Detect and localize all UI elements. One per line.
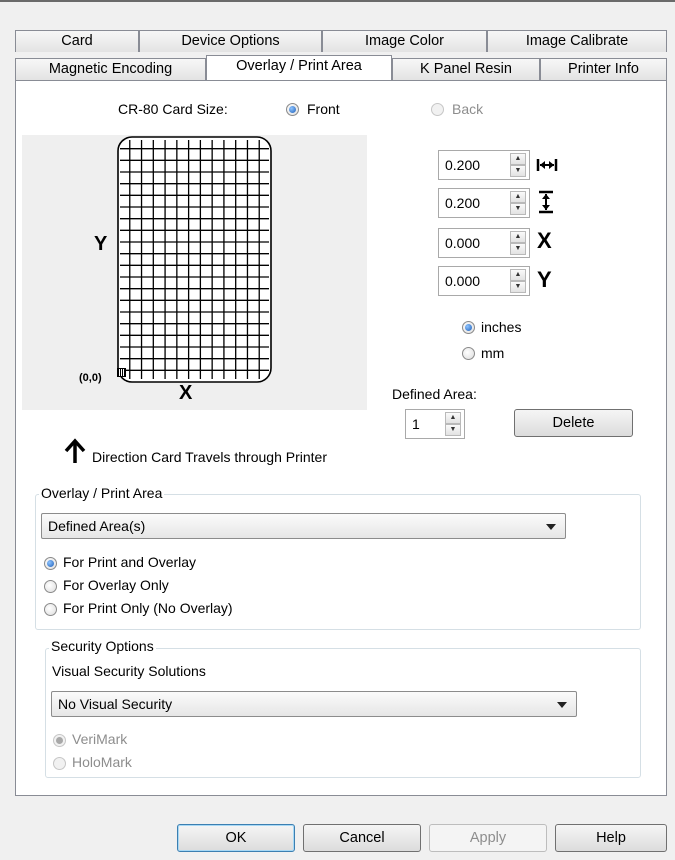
mm-label: mm bbox=[481, 345, 505, 361]
width-spinner[interactable]: 0.200 ▲ ▼ bbox=[438, 150, 530, 180]
tab-overlay-print-area[interactable]: Overlay / Print Area bbox=[206, 55, 392, 80]
y-offset-spin-buttons[interactable]: ▲ ▼ bbox=[510, 269, 526, 293]
y-offset-icon: Y bbox=[537, 267, 552, 292]
verimark-label: VeriMark bbox=[72, 731, 128, 747]
overlay-area-dropdown[interactable]: Defined Area(s) bbox=[41, 513, 566, 539]
back-radio[interactable] bbox=[431, 103, 444, 116]
height-spin-buttons[interactable]: ▲ ▼ bbox=[510, 191, 526, 215]
window-top-edge bbox=[0, 0, 675, 2]
height-spinner[interactable]: 0.200 ▲ ▼ bbox=[438, 188, 530, 218]
holomark-radio[interactable] bbox=[53, 757, 66, 770]
direction-text: Direction Card Travels through Printer bbox=[92, 449, 327, 465]
tab-card[interactable]: Card bbox=[15, 30, 139, 52]
chevron-down-icon bbox=[546, 524, 556, 530]
overlay-only-label: For Overlay Only bbox=[63, 577, 169, 593]
delete-button[interactable]: Delete bbox=[514, 409, 633, 437]
visual-security-label: Visual Security Solutions bbox=[52, 663, 206, 679]
up-arrow-icon bbox=[64, 438, 86, 463]
x-offset-spin-buttons[interactable]: ▲ ▼ bbox=[510, 231, 526, 255]
defined-area-label: Defined Area: bbox=[392, 386, 477, 402]
defined-area-spin-buttons[interactable]: ▲ ▼ bbox=[445, 412, 461, 436]
front-radio[interactable] bbox=[286, 103, 299, 116]
y-axis-label: Y bbox=[94, 233, 108, 255]
print-and-overlay-radio[interactable] bbox=[44, 557, 57, 570]
cancel-button[interactable]: Cancel bbox=[303, 824, 421, 852]
print-only-label: For Print Only (No Overlay) bbox=[63, 600, 233, 616]
help-button[interactable]: Help bbox=[555, 824, 667, 852]
visual-security-value: No Visual Security bbox=[58, 696, 173, 712]
y-offset-value: 0.000 bbox=[445, 273, 481, 289]
front-label: Front bbox=[307, 101, 340, 117]
overlay-group-legend: Overlay / Print Area bbox=[39, 485, 165, 501]
card-diagram bbox=[22, 135, 367, 410]
card-size-label: CR-80 Card Size: bbox=[118, 101, 228, 117]
verimark-radio[interactable] bbox=[53, 734, 66, 747]
visual-security-dropdown[interactable]: No Visual Security bbox=[51, 691, 577, 717]
origin-label: (0,0) bbox=[79, 372, 102, 384]
tab-printer-info[interactable]: Printer Info bbox=[540, 58, 667, 80]
x-axis-label: X bbox=[179, 382, 193, 404]
security-group-legend: Security Options bbox=[49, 638, 156, 654]
width-arrows-icon bbox=[536, 159, 558, 171]
tab-image-calibrate[interactable]: Image Calibrate bbox=[487, 30, 667, 52]
mm-radio[interactable] bbox=[462, 347, 475, 360]
holomark-label: HoloMark bbox=[72, 754, 132, 770]
back-label: Back bbox=[452, 101, 484, 117]
inches-radio[interactable] bbox=[462, 321, 475, 334]
x-offset-spinner[interactable]: 0.000 ▲ ▼ bbox=[438, 228, 530, 258]
height-arrows-icon bbox=[539, 190, 553, 214]
tab-k-panel-resin[interactable]: K Panel Resin bbox=[392, 58, 540, 80]
print-and-overlay-label: For Print and Overlay bbox=[63, 554, 197, 570]
overlay-area-value: Defined Area(s) bbox=[48, 518, 146, 534]
tab-device-options[interactable]: Device Options bbox=[139, 30, 322, 52]
card-grid-graphic bbox=[117, 136, 272, 383]
chevron-down-icon bbox=[557, 702, 567, 708]
defined-area-spinner[interactable]: 1 ▲ ▼ bbox=[405, 409, 465, 439]
defined-area-value: 1 bbox=[412, 416, 420, 432]
x-offset-value: 0.000 bbox=[445, 235, 481, 251]
width-spin-buttons[interactable]: ▲ ▼ bbox=[510, 153, 526, 177]
tab-magnetic-encoding[interactable]: Magnetic Encoding bbox=[15, 58, 206, 80]
width-value: 0.200 bbox=[445, 157, 481, 173]
overlay-only-radio[interactable] bbox=[44, 580, 57, 593]
y-offset-spinner[interactable]: 0.000 ▲ ▼ bbox=[438, 266, 530, 296]
x-offset-icon: X bbox=[537, 228, 552, 253]
tab-image-color[interactable]: Image Color bbox=[322, 30, 487, 52]
ok-button[interactable]: OK bbox=[177, 824, 295, 852]
origin-marker-icon bbox=[117, 368, 126, 377]
inches-label: inches bbox=[481, 319, 522, 335]
apply-button[interactable]: Apply bbox=[429, 824, 547, 852]
print-only-radio[interactable] bbox=[44, 603, 57, 616]
height-value: 0.200 bbox=[445, 195, 481, 211]
